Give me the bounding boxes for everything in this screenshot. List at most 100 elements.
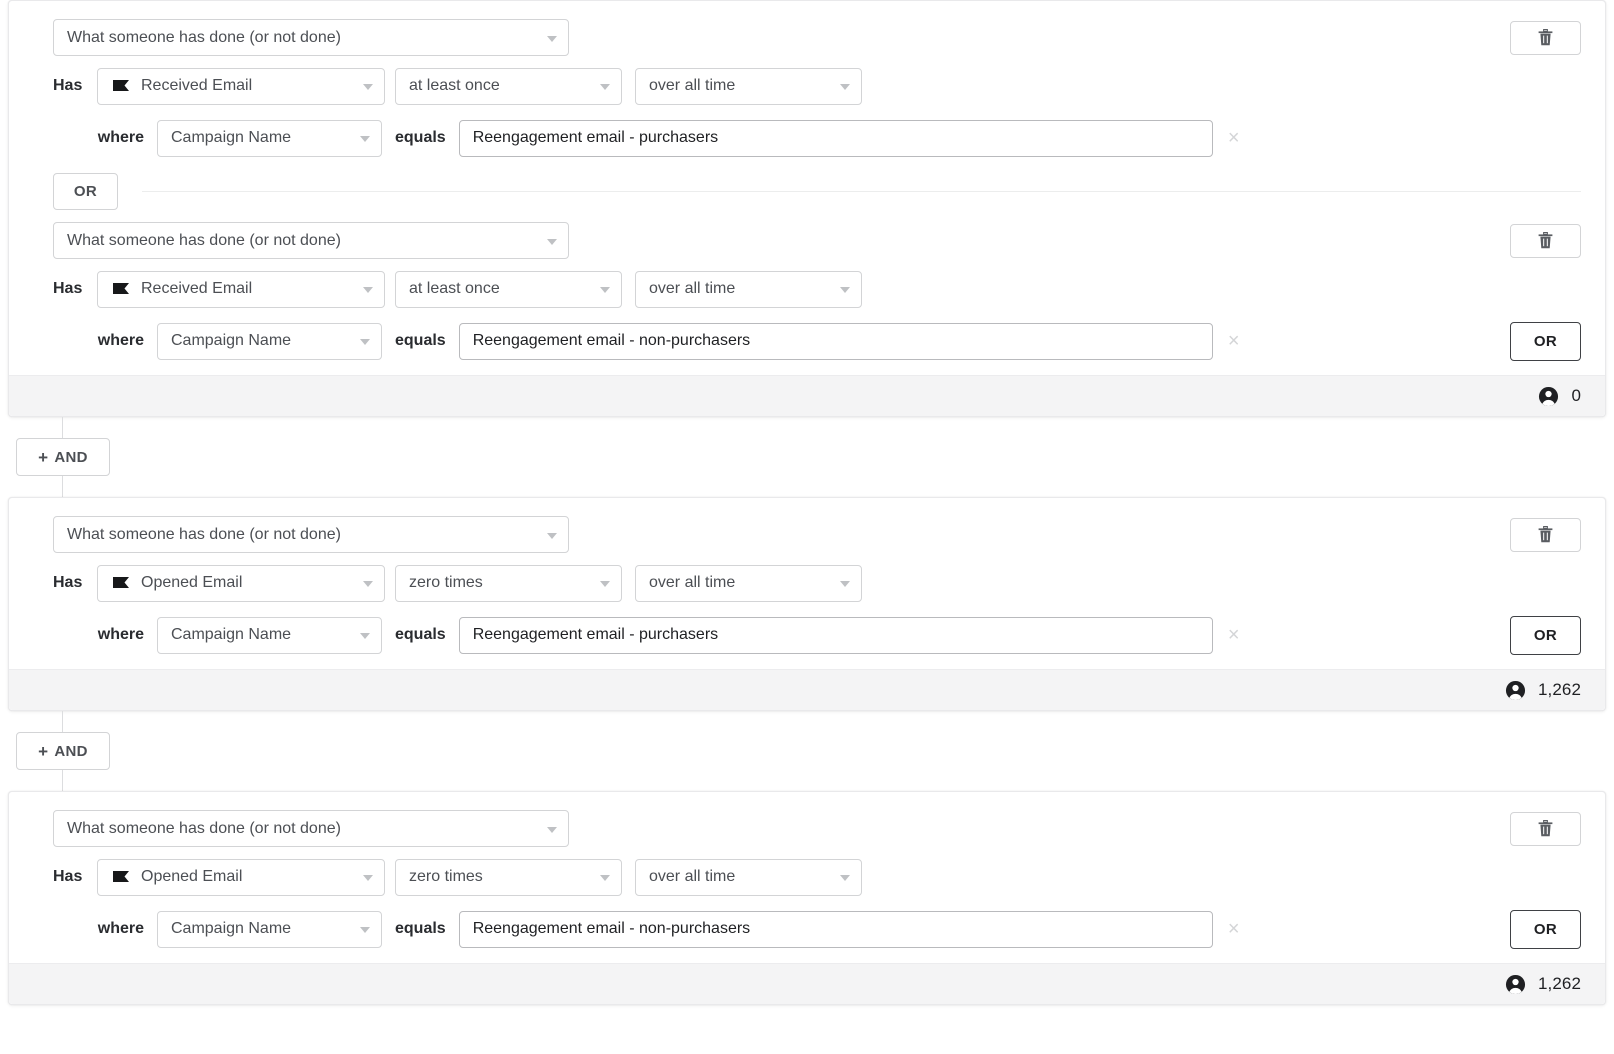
condition-group: What someone has done (or not done)HasOp… [8, 791, 1606, 1005]
event-select-value: Opened Email [141, 868, 242, 886]
condition-filter-row: whereCampaign NameequalsReengagement ema… [9, 112, 1605, 164]
timeframe-select[interactable]: over all time [635, 68, 862, 105]
clear-filter-button[interactable]: × [1217, 912, 1251, 946]
condition-type-select-value: What someone has done (or not done) [67, 232, 341, 250]
attribute-value-input[interactable]: Reengagement email - purchasers [459, 617, 1213, 654]
frequency-select[interactable]: zero times [395, 859, 622, 896]
attribute-select-value: Campaign Name [171, 332, 291, 350]
group-footer: 0 [9, 375, 1605, 416]
equals-label: equals [382, 129, 459, 147]
add-and-group-button[interactable]: + AND [16, 732, 110, 770]
plus-icon: + [38, 743, 48, 760]
condition-type-row: What someone has done (or not done) [9, 218, 1605, 263]
condition-type-select[interactable]: What someone has done (or not done) [53, 810, 569, 847]
condition-group-body: What someone has done (or not done)HasOp… [9, 792, 1605, 963]
attribute-value-input[interactable]: Reengagement email - non-purchasers [459, 911, 1213, 948]
timeframe-select[interactable]: over all time [635, 565, 862, 602]
condition-group-body: What someone has done (or not done)HasRe… [9, 1, 1605, 375]
timeframe-select-value: over all time [649, 574, 735, 592]
condition-group-body: What someone has done (or not done)HasOp… [9, 498, 1605, 669]
audience-count: 1,262 [1505, 680, 1581, 701]
clear-filter-button[interactable]: × [1217, 121, 1251, 155]
person-icon [1505, 974, 1526, 995]
delete-condition-button[interactable] [1510, 518, 1581, 552]
chevron-down-icon [363, 581, 373, 587]
event-select-value: Received Email [141, 77, 252, 95]
event-select[interactable]: Received Email [97, 68, 385, 105]
flag-icon [111, 279, 131, 299]
condition-event-row: HasReceived Email at least once over all t… [9, 263, 1605, 315]
chevron-down-icon [363, 287, 373, 293]
chevron-down-icon [547, 36, 557, 42]
condition-type-select-value: What someone has done (or not done) [67, 526, 341, 544]
add-and-group-button[interactable]: +AND [16, 438, 110, 476]
event-select-value: Opened Email [141, 574, 242, 592]
flag-icon [111, 76, 131, 96]
condition-event-row: HasOpened Emailzero timesover all time [9, 557, 1605, 609]
event-select[interactable]: Opened Email [97, 859, 385, 896]
chevron-down-icon [363, 84, 373, 90]
add-or-condition-button[interactable]: OR [1510, 616, 1581, 655]
frequency-select-value: at least once [409, 77, 500, 95]
audience-count-value: 1,262 [1538, 680, 1581, 700]
chevron-down-icon [840, 875, 850, 881]
chevron-down-icon [600, 287, 610, 293]
condition-filter-row: whereCampaign NameequalsReengagement ema… [9, 903, 1605, 955]
attribute-select[interactable]: Campaign Name [157, 617, 382, 654]
and-label: AND [54, 743, 87, 760]
timeframe-select-value: over all time [649, 77, 735, 95]
segment-builder-page: What someone has done (or not done)HasRe… [0, 0, 1614, 1054]
trash-icon [1538, 526, 1553, 543]
condition-group: What someone has done (or not done)HasRe… [8, 0, 1606, 417]
attribute-select[interactable]: Campaign Name [157, 120, 382, 157]
condition-type-select[interactable]: What someone has done (or not done) [53, 516, 569, 553]
chevron-down-icon [360, 927, 370, 933]
or-divider-row: OR [9, 164, 1605, 218]
or-divider-button[interactable]: OR [53, 173, 118, 210]
clear-filter-button[interactable]: × [1217, 618, 1251, 652]
chevron-down-icon [600, 84, 610, 90]
audience-count: 0 [1538, 386, 1581, 407]
attribute-select[interactable]: Campaign Name [157, 323, 382, 360]
person-icon [1538, 386, 1559, 407]
chevron-down-icon [547, 239, 557, 245]
condition-type-row: What someone has done (or not done) [9, 806, 1605, 851]
flag-icon [111, 573, 131, 593]
frequency-select-value: at least once [409, 280, 500, 298]
has-label: Has [53, 77, 97, 95]
audience-count-value: 0 [1571, 386, 1581, 406]
attribute-value-text: Reengagement email - non-purchasers [473, 920, 750, 938]
audience-count: 1,262 [1505, 974, 1581, 995]
add-or-condition-button[interactable]: OR [1510, 910, 1581, 949]
attribute-value-input[interactable]: Reengagement email - non-purchasers [459, 323, 1213, 360]
frequency-select[interactable]: zero times [395, 565, 622, 602]
add-or-condition-button[interactable]: OR [1510, 322, 1581, 361]
condition-type-select[interactable]: What someone has done (or not done) [53, 19, 569, 56]
where-label: where [53, 332, 157, 350]
frequency-select[interactable]: at least once [395, 271, 622, 308]
clear-filter-button[interactable]: × [1217, 324, 1251, 358]
equals-label: equals [382, 626, 459, 644]
event-select[interactable]: Opened Email [97, 565, 385, 602]
condition-type-select[interactable]: What someone has done (or not done) [53, 222, 569, 259]
attribute-select[interactable]: Campaign Name [157, 911, 382, 948]
condition-group: What someone has done (or not done)HasOp… [8, 497, 1606, 711]
delete-condition-button[interactable] [1510, 812, 1581, 846]
frequency-select[interactable]: at least once [395, 68, 622, 105]
delete-condition-button[interactable] [1510, 21, 1581, 55]
chevron-down-icon [840, 287, 850, 293]
event-select[interactable]: Received Email [97, 271, 385, 308]
and-label: AND [54, 449, 87, 466]
chevron-down-icon [840, 581, 850, 587]
timeframe-select[interactable]: over all time [635, 859, 862, 896]
chevron-down-icon [600, 875, 610, 881]
timeframe-select[interactable]: over all time [635, 271, 862, 308]
attribute-value-input[interactable]: Reengagement email - purchasers [459, 120, 1213, 157]
delete-condition-button[interactable] [1510, 224, 1581, 258]
frequency-select-value: zero times [409, 868, 483, 886]
chevron-down-icon [547, 533, 557, 539]
has-label: Has [53, 280, 97, 298]
condition-type-row: What someone has done (or not done) [9, 15, 1605, 60]
attribute-value-text: Reengagement email - purchasers [473, 626, 718, 644]
and-connector: + AND [8, 711, 1614, 791]
